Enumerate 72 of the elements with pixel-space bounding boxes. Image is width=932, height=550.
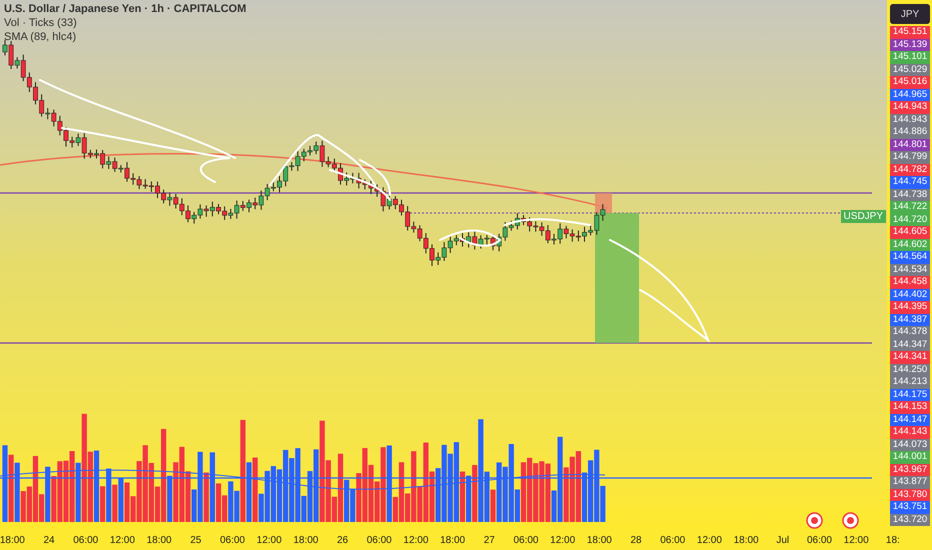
price-label: 145.151 (890, 26, 930, 38)
price-label: 144.387 (890, 314, 930, 326)
price-label: 144.722 (890, 201, 930, 214)
price-label: 144.943 (890, 114, 930, 126)
price-label: 143.751 (890, 501, 930, 514)
sma-indicator-label: SMA (89, hlc4) (4, 30, 78, 44)
symbol-tag: USDJPY (840, 210, 886, 223)
price-label: 144.602 (890, 238, 930, 251)
price-label: 144.534 (890, 264, 930, 276)
price-label: 144.782 (890, 164, 930, 176)
price-label: 145.029 (890, 64, 930, 76)
time-axis-label: 18:00 (146, 534, 173, 548)
price-label: 144.153 (890, 401, 930, 414)
price-label: 144.213 (890, 376, 930, 388)
time-axis-label: 12:00 (108, 534, 136, 548)
price-label: 144.886 (890, 126, 930, 138)
price-label: 144.738 (890, 188, 930, 201)
time-axis-label: 06:00 (512, 534, 540, 548)
price-label: 144.801 (890, 138, 930, 151)
price-label: 143.780 (890, 488, 930, 501)
price-label: 143.877 (890, 476, 930, 488)
price-label: 144.402 (890, 288, 930, 301)
time-axis-label: 18:00 (292, 534, 320, 548)
time-axis-label: 18:00 (586, 534, 613, 548)
price-label: 145.016 (890, 76, 930, 88)
price-label: 144.378 (890, 326, 930, 338)
currency-button[interactable]: JPY (890, 4, 930, 24)
time-axis-label: 06:00 (659, 534, 686, 548)
price-label: 144.745 (890, 176, 930, 188)
price-label: 143.720 (890, 514, 930, 526)
alert-icon[interactable] (806, 512, 823, 529)
price-label: 144.143 (890, 426, 930, 438)
time-axis-label: 27 (482, 534, 496, 548)
time-axis-label: 12:00 (842, 534, 870, 548)
time-axis-label: 26 (336, 534, 350, 548)
price-label: 145.101 (890, 51, 930, 64)
price-label: 144.175 (890, 388, 930, 401)
price-label: 144.147 (890, 414, 930, 426)
price-label: 144.458 (890, 276, 930, 288)
time-axis-label: 06:00 (218, 534, 246, 548)
time-axis-label: 12:00 (256, 534, 283, 548)
price-label: 144.073 (890, 438, 930, 451)
time-axis-label: 06:00 (806, 534, 833, 548)
price-label: 144.395 (890, 301, 930, 314)
price-label: 144.605 (890, 226, 930, 238)
price-label: 144.965 (890, 88, 930, 101)
time-axis-label: 06:00 (72, 534, 100, 548)
price-label: 143.967 (890, 464, 930, 476)
price-label: 144.720 (890, 214, 930, 226)
price-label: 144.347 (890, 338, 930, 351)
time-axis-label: 12:00 (696, 534, 723, 548)
chart-title: U.S. Dollar / Japanese Yen · 1h · CAPITALCOM (4, 2, 246, 16)
time-axis-label: 18:00 (439, 534, 466, 548)
price-label: 144.001 (890, 451, 930, 464)
time-axis-label: 12:00 (402, 534, 430, 548)
time-axis-label: 18:00 (0, 534, 26, 548)
price-label: 144.250 (890, 364, 930, 376)
time-axis-label: 24 (42, 534, 56, 548)
price-label: 144.341 (890, 351, 930, 364)
alert-icon[interactable] (842, 512, 859, 529)
time-axis-label: 25 (189, 534, 202, 548)
price-label: 144.564 (890, 251, 930, 264)
time-axis-label: Jul (775, 534, 790, 548)
volume-indicator-label: Vol · Ticks (33) (4, 16, 78, 30)
time-axis-label: 28 (629, 534, 643, 548)
time-axis-label: 06:00 (366, 534, 393, 548)
price-label: 145.139 (890, 38, 930, 51)
time-axis-label: 18: (884, 534, 901, 548)
time-axis-label: 12:00 (549, 534, 576, 548)
price-label: 144.943 (890, 101, 930, 114)
price-label: 144.799 (890, 151, 930, 164)
time-axis-label: 18:00 (732, 534, 760, 548)
